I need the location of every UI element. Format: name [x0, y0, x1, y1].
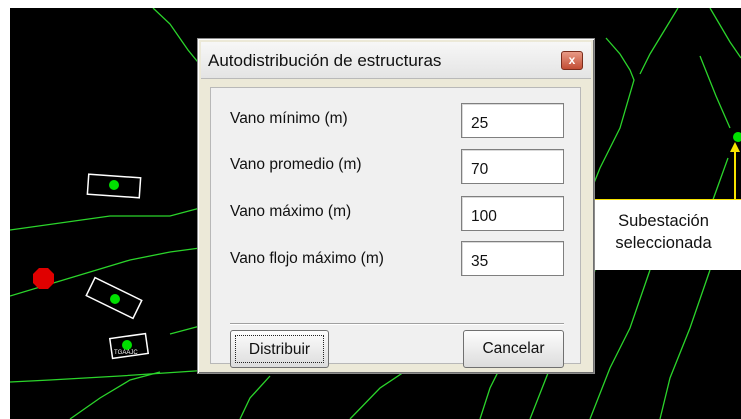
substation-marker[interactable] [33, 268, 54, 289]
min-span-label: Vano mínimo (m) [230, 110, 348, 127]
dialog-titlebar[interactable]: Autodistribución de estructuras x [201, 42, 591, 79]
avg-span-input[interactable] [461, 149, 564, 184]
selected-substation-marker[interactable] [733, 132, 741, 142]
max-span-label: Vano máximo (m) [230, 203, 352, 220]
callout-line-1: Subestación [618, 212, 709, 230]
structure[interactable]: TGAAJC [108, 332, 150, 360]
contour-line [69, 371, 161, 419]
callout-arrowhead [730, 142, 740, 152]
contour-line [169, 325, 201, 335]
autodistribution-dialog: Autodistribución de estructuras x Vano m… [197, 38, 595, 374]
max-slack-span-input[interactable] [461, 241, 564, 276]
structure-tag: TGAAJC [114, 350, 138, 356]
distribute-button-label: Distribuir [235, 335, 324, 363]
callout-line-2: seleccionada [615, 234, 712, 252]
close-button[interactable]: x [561, 51, 583, 70]
max-span-input[interactable] [461, 196, 564, 231]
structure[interactable] [85, 276, 143, 320]
dialog-panel: Vano mínimo (m) Vano promedio (m) Vano m… [210, 87, 581, 368]
contour-line [10, 207, 201, 231]
contour-line [659, 269, 711, 419]
cancel-button[interactable]: Cancelar [463, 330, 564, 368]
dialog-title: Autodistribución de estructuras [208, 51, 442, 70]
distribute-button[interactable]: Distribuir [230, 330, 329, 368]
callout-selected-substation: Subestación seleccionada [584, 199, 741, 270]
contour-line [239, 375, 271, 419]
max-slack-span-label: Vano flojo máximo (m) [230, 250, 384, 267]
structure[interactable] [86, 173, 142, 199]
separator [230, 323, 564, 324]
contour-line [589, 269, 651, 419]
contour-line [639, 8, 679, 75]
contour-line [699, 55, 731, 129]
close-icon: x [568, 53, 576, 67]
avg-span-label: Vano promedio (m) [230, 156, 362, 173]
contour-line [709, 8, 741, 59]
min-span-input[interactable] [461, 103, 564, 138]
contour-line [10, 369, 211, 383]
